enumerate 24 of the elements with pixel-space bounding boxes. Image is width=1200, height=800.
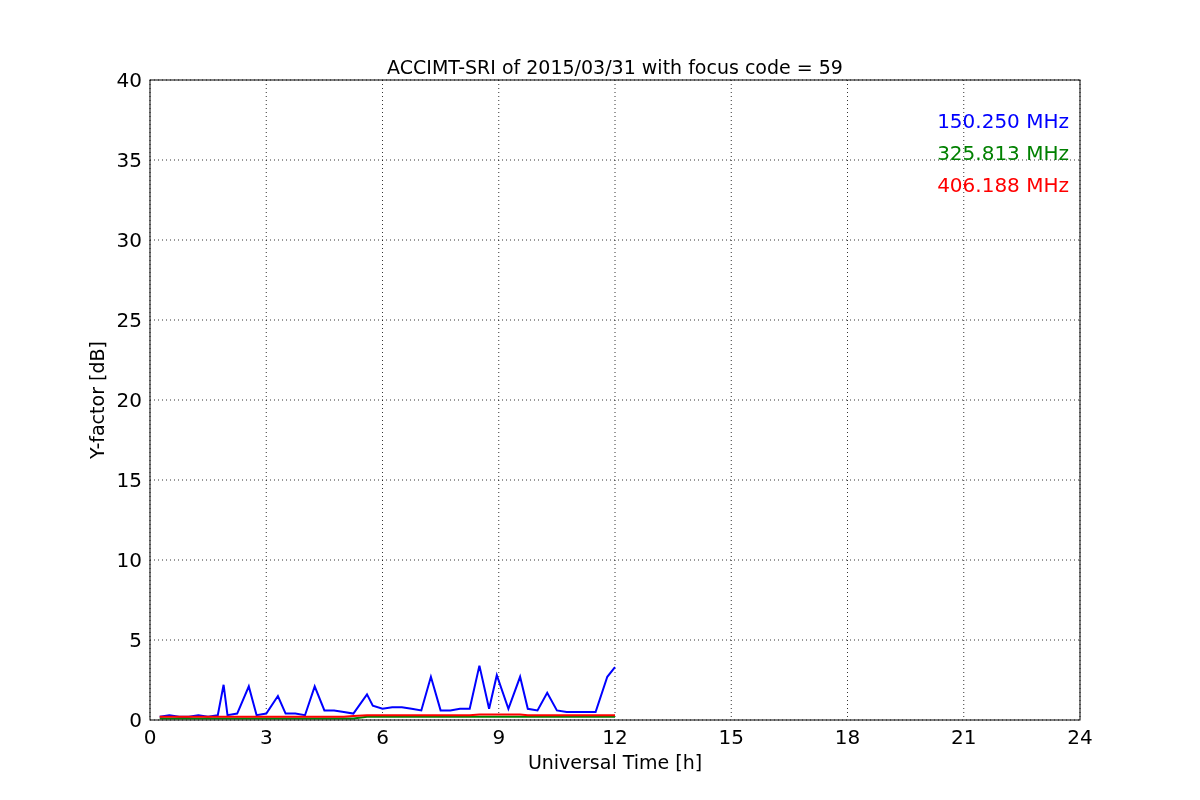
tick-label: 35	[116, 148, 142, 172]
tick-label: 5	[129, 628, 142, 652]
tick-label: 20	[116, 388, 142, 412]
legend-label: 406.188 MHz	[937, 173, 1069, 197]
tick-label: 24	[1067, 725, 1093, 749]
tick-label: 10	[116, 548, 142, 572]
tick-label: 18	[834, 725, 861, 749]
tick-label: 15	[116, 468, 142, 492]
tick-label: 15	[718, 725, 744, 749]
tick-label: 40	[116, 68, 142, 92]
axis-label: Y-factor [dB]	[86, 341, 108, 459]
tick-label: 9	[492, 725, 506, 749]
tick-label: 3	[259, 725, 273, 749]
legend-label: 150.250 MHz	[937, 109, 1069, 133]
tick-label: 21	[951, 725, 977, 749]
chart-title: ACCIMT-SRI of 2015/03/31 with focus code = 59	[387, 56, 843, 78]
tick-label: 6	[376, 725, 389, 749]
tick-label: 25	[116, 308, 142, 332]
tick-label: 0	[143, 725, 157, 749]
tick-label: 0	[129, 708, 142, 732]
tick-label: 30	[116, 228, 142, 252]
legend-label: 325.813 MHz	[937, 141, 1069, 165]
axis-label: Universal Time [h]	[527, 751, 703, 773]
tick-label: 12	[602, 725, 628, 749]
